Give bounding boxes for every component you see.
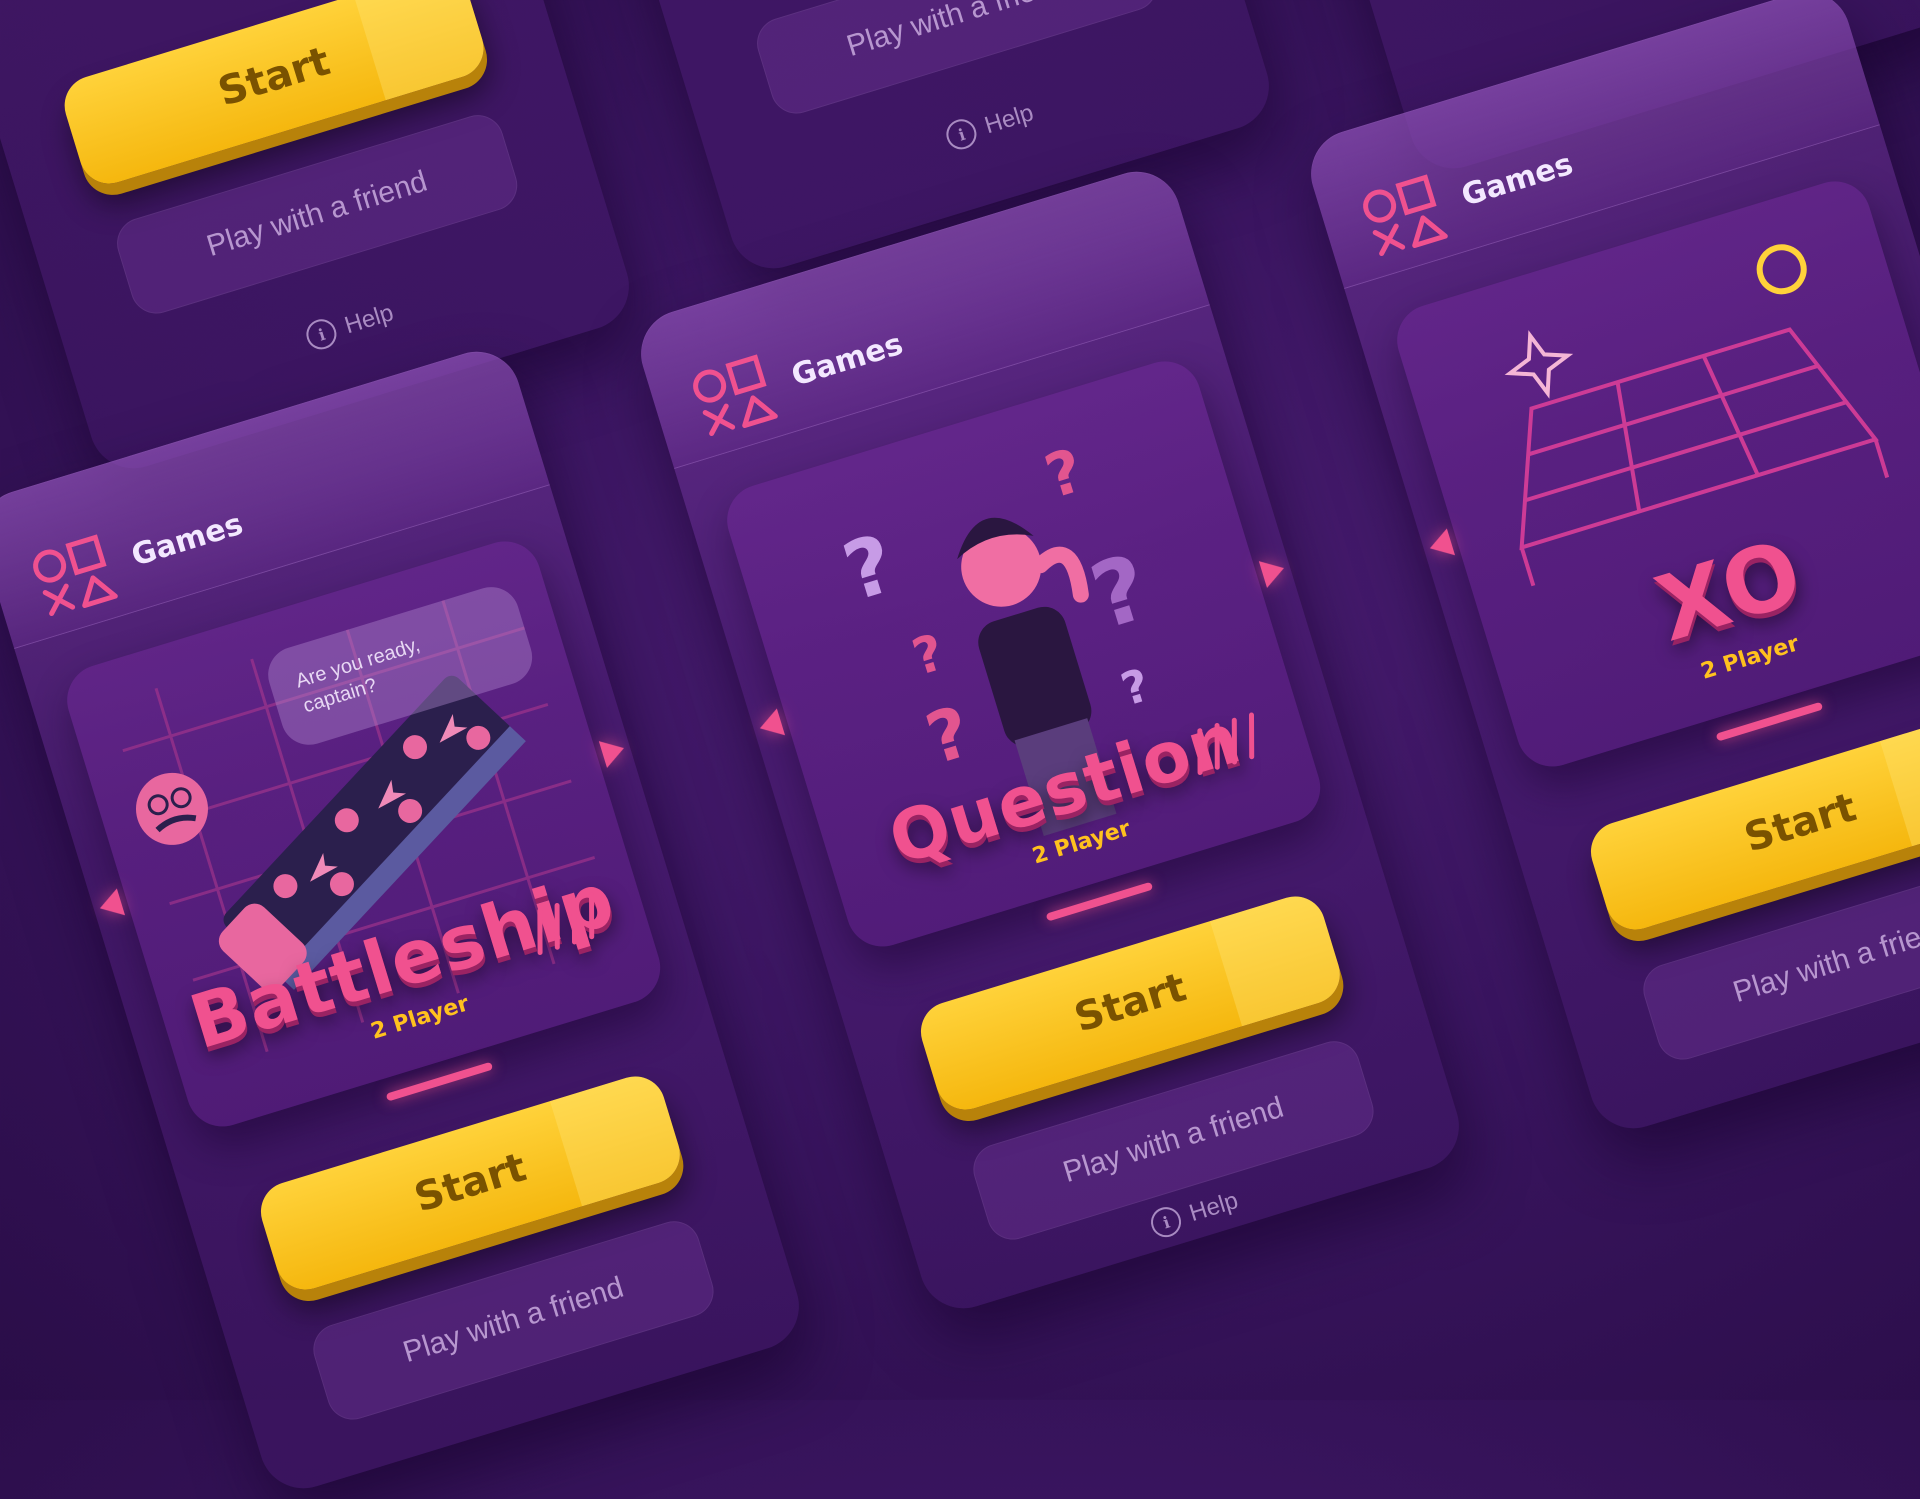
info-icon: i (942, 115, 981, 153)
games-logo-icon (693, 354, 778, 437)
card-question: Games ? ? ? ? ? ? Question 2 Player Star… (630, 160, 1470, 1320)
svg-text:?: ? (1115, 658, 1155, 716)
svg-text:?: ? (833, 517, 905, 620)
svg-text:?: ? (906, 623, 951, 687)
svg-text:?: ? (1037, 436, 1091, 513)
start-label: Start (1069, 964, 1192, 1042)
left-arrow-icon[interactable] (755, 708, 786, 742)
info-icon: i (302, 315, 341, 353)
svg-text:?: ? (1080, 535, 1161, 651)
header-title: Games (787, 326, 908, 394)
right-arrow-icon[interactable] (598, 734, 629, 768)
game-hero-question: ? ? ? ? ? ? Question 2 Player (718, 352, 1330, 956)
games-logo-icon (1363, 174, 1448, 257)
header-title: Games (1457, 146, 1578, 214)
left-arrow-icon[interactable] (95, 888, 126, 922)
svg-text:?: ? (917, 690, 980, 780)
header-title: Games (127, 506, 248, 574)
game-hero-xo: XO 2 Player (1388, 172, 1920, 776)
info-icon: i (1147, 1203, 1186, 1241)
left-arrow-icon[interactable] (1425, 528, 1456, 562)
start-label: Start (1739, 784, 1862, 862)
game-selection-scene: Start Play with a friend i Help Play wit… (0, 0, 1920, 1499)
start-label: Start (212, 38, 336, 116)
right-arrow-icon[interactable] (1258, 554, 1289, 588)
games-logo-icon (33, 534, 118, 617)
start-label: Start (409, 1144, 532, 1222)
game-hero-battleship: Are you ready, captain? Battleship 2 Pla… (58, 532, 670, 1136)
